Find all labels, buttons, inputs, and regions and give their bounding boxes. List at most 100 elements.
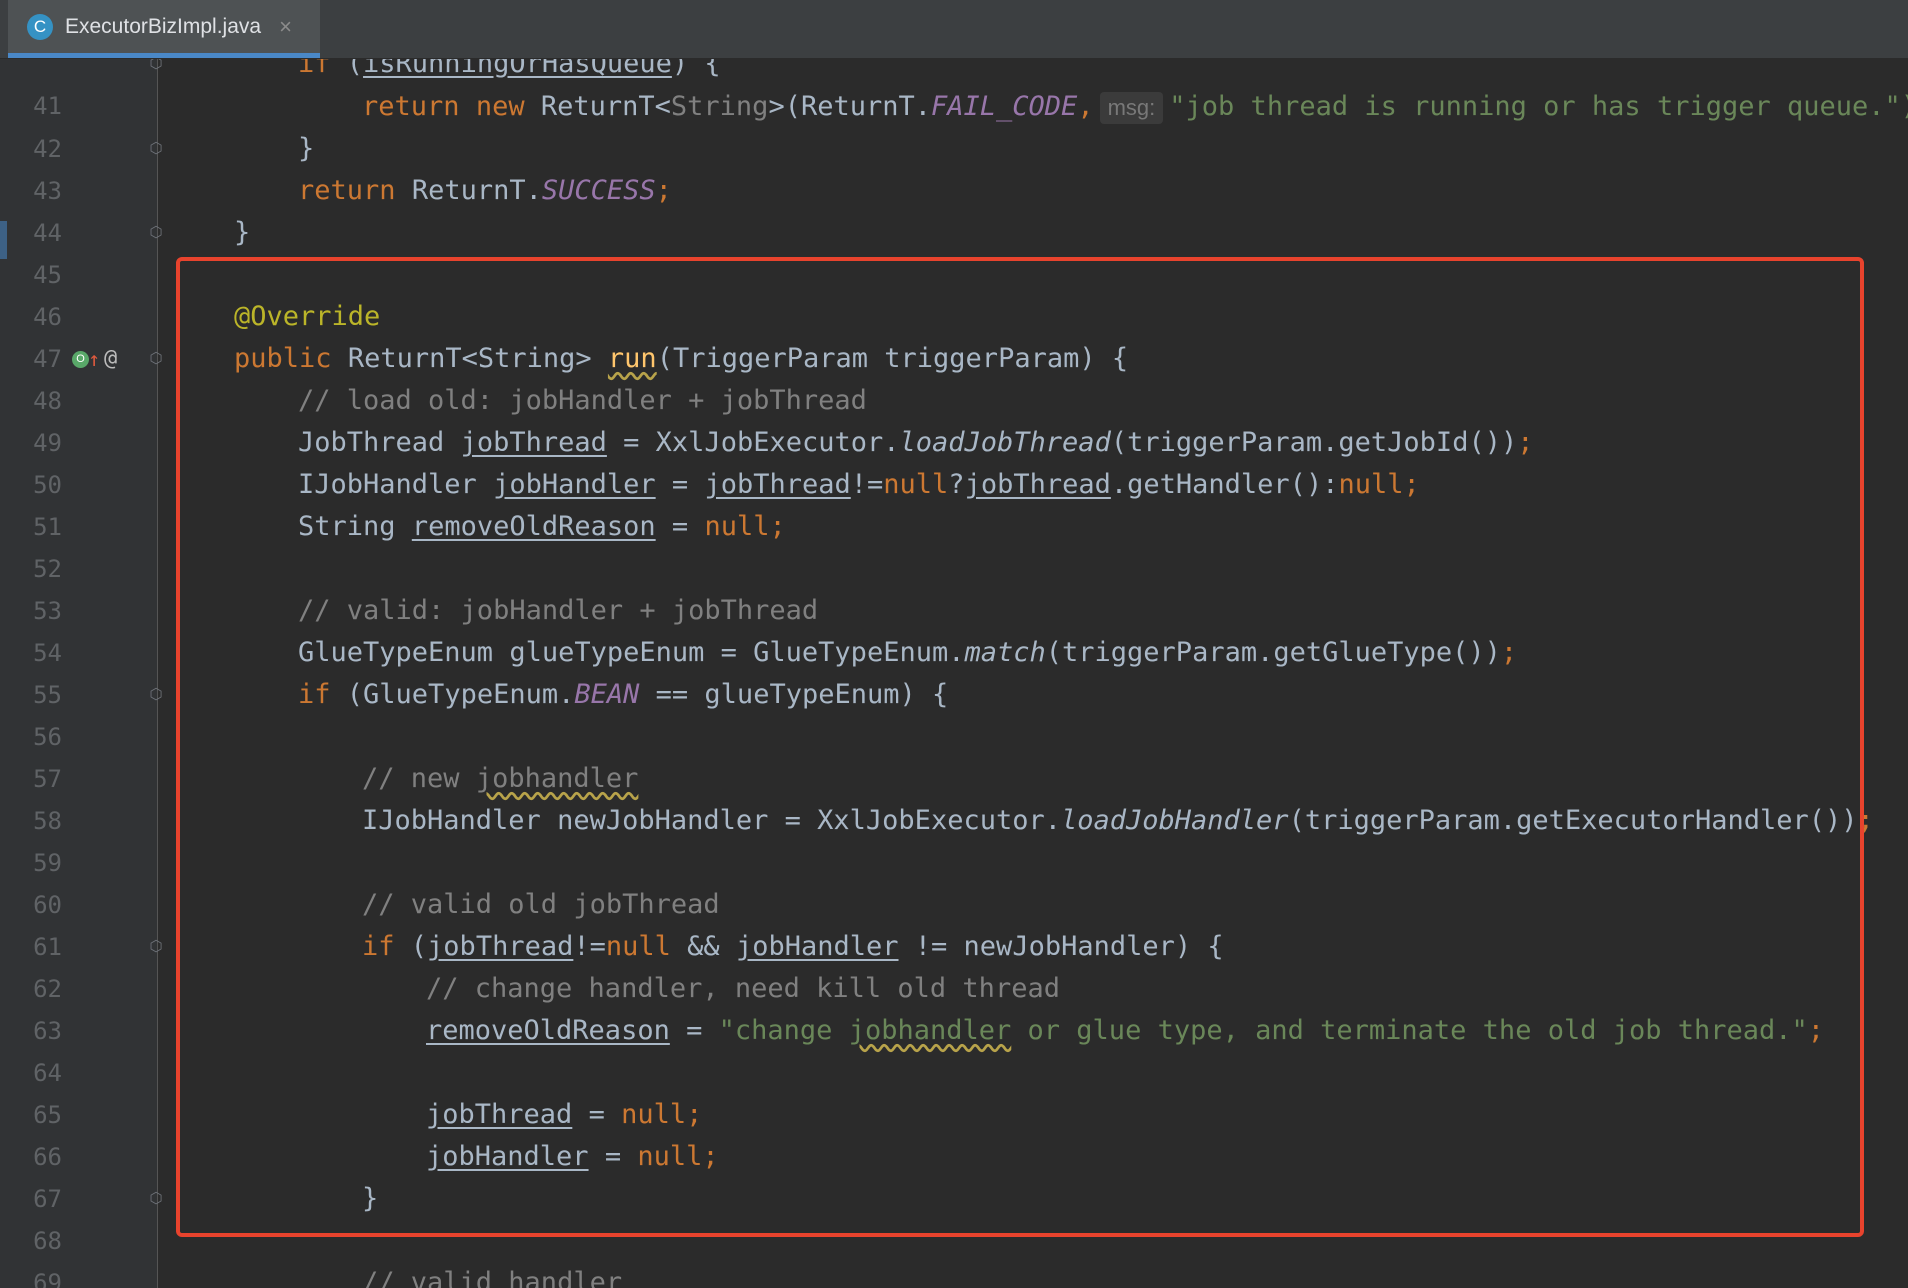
identifier: jobThread [704, 469, 851, 500]
keyword: new [475, 91, 525, 122]
code-line: 61 // valid old jobThread [0, 884, 1908, 961]
keyword: return [362, 91, 460, 122]
close-icon[interactable]: × [279, 14, 292, 40]
code-line: 45 ⬡ } [0, 212, 1908, 289]
code-text: } [234, 217, 251, 248]
comment-typo: jobhandler [475, 763, 639, 794]
string-typo: jobhandler [848, 1015, 1012, 1046]
code-line: 53 [0, 548, 1908, 625]
fold-icon[interactable]: ⬡ [148, 349, 164, 367]
code-text: ( [410, 931, 428, 962]
keyword: if [362, 931, 395, 962]
code-line: 59 IJobHandler newJobHandler = XxlJobExe… [0, 800, 1908, 877]
keyword: if [298, 59, 331, 79]
type-param: String [670, 91, 769, 122]
code-text: (triggerParam.getJobId()) [1110, 427, 1518, 458]
code-text: = [604, 1141, 622, 1172]
tab-executorbizimpl[interactable]: C ExecutorBizImpl.java × [8, 0, 320, 58]
punctuation: ; [655, 175, 672, 206]
method-name: run [607, 343, 657, 374]
code-line: 66 jobThread = null; [0, 1094, 1908, 1171]
constant: SUCCESS [541, 175, 656, 206]
code-line: 55 GlueTypeEnum glueTypeEnum = GlueTypeE… [0, 632, 1908, 709]
identifier: isRunningOrHasQueue [363, 59, 672, 79]
implements-method-icon[interactable]: O [72, 351, 89, 368]
fold-icon[interactable]: ⬡ [148, 937, 164, 955]
java-class-icon: C [27, 13, 53, 40]
go-to-super-icon[interactable]: ↑ [88, 338, 100, 380]
code-text: != [850, 469, 884, 500]
code-text: = [686, 1015, 703, 1046]
code-text: .getHandler(): [1110, 469, 1339, 500]
code-line: 47 @Override [0, 296, 1908, 373]
code-text: ) { [671, 59, 721, 79]
punctuation: ; [1807, 1015, 1825, 1046]
code-line: 43 ⬡ } [0, 128, 1908, 205]
string-literal: "job thread is running or has trigger qu… [1169, 91, 1908, 122]
annotation-gutter-icon[interactable]: @ [104, 338, 117, 380]
identifier: jobThread [460, 427, 607, 458]
code-line: 70 // valid handler [0, 1262, 1908, 1288]
comment: // change handler, need kill old thread [426, 973, 1060, 1004]
identifier: jobHandler [735, 931, 899, 962]
code-text: && [687, 931, 720, 962]
code-line: 42 return new ReturnT<String>(ReturnT.FA… [0, 86, 1908, 163]
keyword: null; [704, 511, 786, 542]
identifier: jobThread [427, 931, 574, 962]
code-line: 69 [0, 1220, 1908, 1288]
keyword: if [298, 679, 331, 710]
code-line: 68 ⬡ } [0, 1178, 1908, 1255]
keyword: null [605, 931, 671, 962]
comment: // valid: jobHandler + jobThread [298, 595, 819, 626]
fold-icon[interactable]: ⬡ [148, 1189, 164, 1207]
code-line: 50 JobThread jobThread = XxlJobExecutor.… [0, 422, 1908, 499]
code-line: 62 ⬡ if (jobThread!=null && jobHandler !… [0, 926, 1908, 1003]
keyword: null; [1338, 469, 1420, 500]
keyword: null [883, 469, 949, 500]
code-text: ReturnT. [411, 175, 542, 206]
constant: FAIL_CODE [931, 91, 1078, 122]
code-text: (triggerParam.getExecutorHandler()) [1288, 805, 1858, 836]
code-text: = [671, 469, 689, 500]
code-text: = [671, 511, 689, 542]
code-text: = XxlJobExecutor. [623, 427, 900, 458]
tab-label: ExecutorBizImpl.java [65, 14, 262, 38]
method-call: loadJobHandler [1060, 805, 1289, 836]
code-line: 52 String removeOldReason = null; [0, 506, 1908, 583]
code-text: >(ReturnT. [768, 91, 932, 122]
code-line: 51 IJobHandler jobHandler = jobThread!=n… [0, 464, 1908, 541]
code-text: } [362, 1183, 379, 1214]
fold-icon[interactable]: ⬡ [148, 685, 164, 703]
code-line: 67 jobHandler = null; [0, 1136, 1908, 1213]
punctuation: ; [1500, 637, 1518, 668]
punctuation: ; [1857, 805, 1874, 836]
fold-icon[interactable]: ⬡ [148, 59, 164, 72]
identifier: removeOldReason [426, 1015, 670, 1046]
code-text: ReturnT<String> [347, 343, 592, 374]
code-text: } [298, 133, 315, 164]
code-line: 57 [0, 716, 1908, 793]
fold-icon[interactable]: ⬡ [148, 139, 164, 157]
comment: // valid handler [362, 1267, 623, 1288]
string-literal: "change [718, 1015, 833, 1046]
code-text: IJobHandler newJobHandler = XxlJobExecut… [362, 805, 1061, 836]
annotation: @Override [234, 301, 381, 332]
code-text: != newJobHandler) { [914, 931, 1224, 962]
parameter-hint: msg: [1099, 92, 1164, 124]
code-text: = [588, 1099, 605, 1130]
keyword: null; [637, 1141, 719, 1172]
identifier: removeOldReason [411, 511, 656, 542]
code-line: 48 O ↑ @ ⬡ public ReturnT<String> run(Tr… [0, 338, 1908, 415]
code-text: == glueTypeEnum) { [655, 679, 949, 710]
keyword: null; [621, 1099, 703, 1130]
fold-icon[interactable]: ⬡ [148, 223, 164, 241]
comment: // new [362, 763, 460, 794]
code-line: 56 ⬡ if (GlueTypeEnum.BEAN == glueTypeEn… [0, 674, 1908, 751]
method-call: match [964, 637, 1046, 668]
code-text: (triggerParam.getGlueType()) [1045, 637, 1501, 668]
code-line: 60 [0, 842, 1908, 919]
keyword: return [298, 175, 396, 206]
code-text: IJobHandler [298, 469, 477, 500]
method-call: loadJobThread [899, 427, 1111, 458]
code-editor[interactable]: 41 ⬡ if (isRunningOrHasQueue) { 42 retur… [0, 59, 1908, 1288]
